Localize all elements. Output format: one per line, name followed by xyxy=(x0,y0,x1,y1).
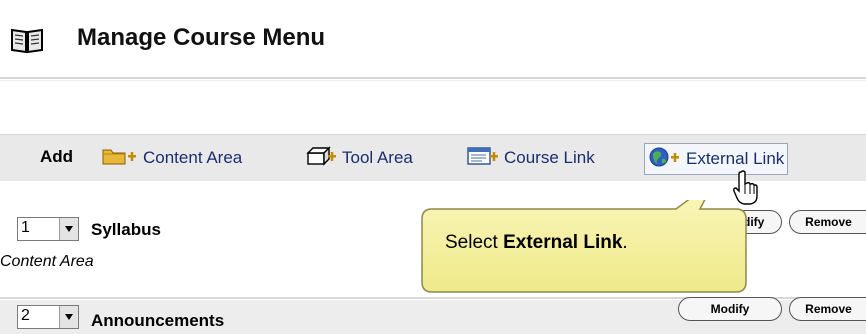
add-content-area-button[interactable]: Content Area xyxy=(101,145,242,171)
header-divider-light xyxy=(0,80,866,81)
toolbar-item-label: Course Link xyxy=(504,148,595,167)
toolbar-item-label: Content Area xyxy=(143,148,243,167)
globe-add-icon xyxy=(648,146,682,173)
course-link-add-icon xyxy=(466,145,500,172)
chevron-down-icon[interactable] xyxy=(59,218,78,240)
hand-cursor-icon xyxy=(732,170,762,211)
remove-button[interactable]: Remove xyxy=(789,297,866,321)
remove-button[interactable]: Remove xyxy=(789,210,866,234)
callout-emphasis: External Link xyxy=(503,232,623,253)
menu-item-title[interactable]: Announcements xyxy=(91,311,224,331)
toolbar-item-label: External Link xyxy=(686,149,785,168)
chevron-down-icon[interactable] xyxy=(59,306,78,328)
menu-item-type: Content Area xyxy=(0,253,94,270)
folder-add-icon xyxy=(101,145,139,172)
header-divider xyxy=(0,77,866,79)
toolbar-item-label: Tool Area xyxy=(342,148,413,167)
callout-text: Select External Link. xyxy=(445,232,628,254)
page-title: Manage Course Menu xyxy=(77,24,326,51)
modify-button[interactable]: Modify xyxy=(678,297,782,321)
order-select[interactable]: 2 xyxy=(17,305,79,329)
page-header: Manage Course Menu xyxy=(0,0,866,78)
tool-box-add-icon xyxy=(306,145,338,172)
order-value: 1 xyxy=(21,219,30,236)
menu-item-title[interactable]: Syllabus xyxy=(91,220,161,240)
add-external-link-button[interactable]: External Link xyxy=(644,143,789,175)
order-select[interactable]: 1 xyxy=(17,217,79,241)
order-value: 2 xyxy=(21,307,30,324)
add-label: Add xyxy=(40,147,74,166)
callout-suffix: . xyxy=(622,232,628,253)
add-course-link-button[interactable]: Course Link xyxy=(466,145,595,171)
book-icon xyxy=(10,26,44,59)
callout-prefix: Select xyxy=(445,232,504,253)
add-tool-area-button[interactable]: Tool Area xyxy=(306,145,413,171)
